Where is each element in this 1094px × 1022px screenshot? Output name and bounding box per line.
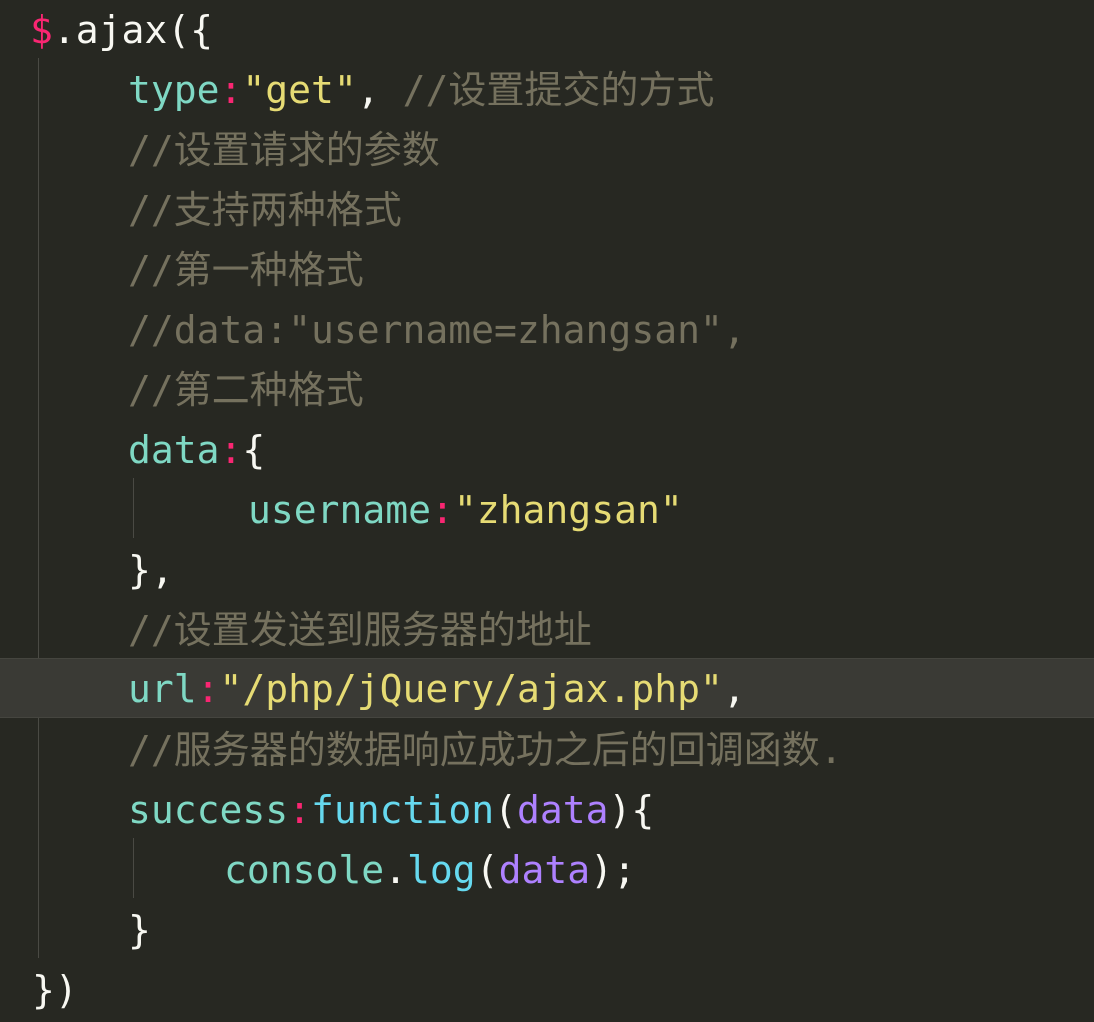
param-data: data <box>498 848 591 892</box>
code-line-13[interactable]: //服务器的数据响应成功之后的回调函数. <box>0 720 1094 780</box>
param-data: data <box>516 788 609 832</box>
open-paren: ( <box>475 848 499 892</box>
jquery-dollar: $ <box>30 8 53 52</box>
code-line-3[interactable]: //设置请求的参数 <box>0 120 1094 180</box>
code-line-12-current[interactable]: url:"/php/jQuery/ajax.php", <box>0 658 1094 718</box>
string-zhangsan: "zhangsan" <box>453 488 683 532</box>
comment-first-format: //第一种格式 <box>128 248 364 292</box>
key-username: username <box>248 488 432 532</box>
comment-second-format: //第二种格式 <box>128 368 364 412</box>
code-line-7[interactable]: //第二种格式 <box>0 360 1094 420</box>
code-line-15[interactable]: console.log(data); <box>0 840 1094 900</box>
code-line-5[interactable]: //第一种格式 <box>0 240 1094 300</box>
code-line-1[interactable]: $.ajax({ <box>0 0 1094 60</box>
method-log: log <box>407 848 476 892</box>
code-line-6[interactable]: //data:"username=zhangsan", <box>0 300 1094 360</box>
comment-callback: //服务器的数据响应成功之后的回调函数. <box>128 728 843 772</box>
dot: . <box>384 848 408 892</box>
code-line-9[interactable]: username:"zhangsan" <box>0 480 1094 540</box>
comment-submit-method: //设置提交的方式 <box>379 68 715 112</box>
colon: : <box>196 667 220 711</box>
code-line-16[interactable]: } <box>0 900 1094 960</box>
close-brace: } <box>128 908 151 952</box>
key-type: type <box>128 68 220 112</box>
string-get: "get" <box>242 68 357 112</box>
comma: , <box>356 68 380 112</box>
code-line-4[interactable]: //支持两种格式 <box>0 180 1094 240</box>
close-ajax: }) <box>32 968 78 1012</box>
keyword-function: function <box>311 788 495 832</box>
code-line-11[interactable]: //设置发送到服务器的地址 <box>0 600 1094 660</box>
comment-data-string: //data:"username=zhangsan", <box>128 308 746 352</box>
code-line-17[interactable]: }) <box>0 960 1094 1020</box>
code-line-10[interactable]: }, <box>0 540 1094 600</box>
open-brace: { <box>242 428 266 472</box>
close-brace: }, <box>128 548 174 592</box>
comma: , <box>722 667 746 711</box>
ajax-call: .ajax({ <box>52 8 214 52</box>
colon: : <box>219 428 243 472</box>
string-url: "/php/jQuery/ajax.php" <box>219 667 723 711</box>
colon: : <box>219 68 243 112</box>
colon: : <box>431 488 454 532</box>
code-line-8[interactable]: data:{ <box>0 420 1094 480</box>
key-url: url <box>128 667 197 711</box>
comment-request-params: //设置请求的参数 <box>128 128 440 172</box>
close-paren-semicolon: ); <box>590 848 636 892</box>
code-line-14[interactable]: success:function(data){ <box>0 780 1094 840</box>
key-data: data <box>128 428 220 472</box>
code-line-2[interactable]: type:"get", //设置提交的方式 <box>0 60 1094 120</box>
colon: : <box>288 788 312 832</box>
open-paren: ( <box>494 788 517 832</box>
code-editor[interactable]: $.ajax({ type:"get", //设置提交的方式 //设置请求的参数… <box>0 0 1094 1022</box>
close-paren-brace: ){ <box>608 788 655 832</box>
console-object: console <box>224 848 385 892</box>
comment-two-formats: //支持两种格式 <box>128 188 402 232</box>
comment-server-address: //设置发送到服务器的地址 <box>128 608 592 652</box>
key-success: success <box>128 788 289 832</box>
